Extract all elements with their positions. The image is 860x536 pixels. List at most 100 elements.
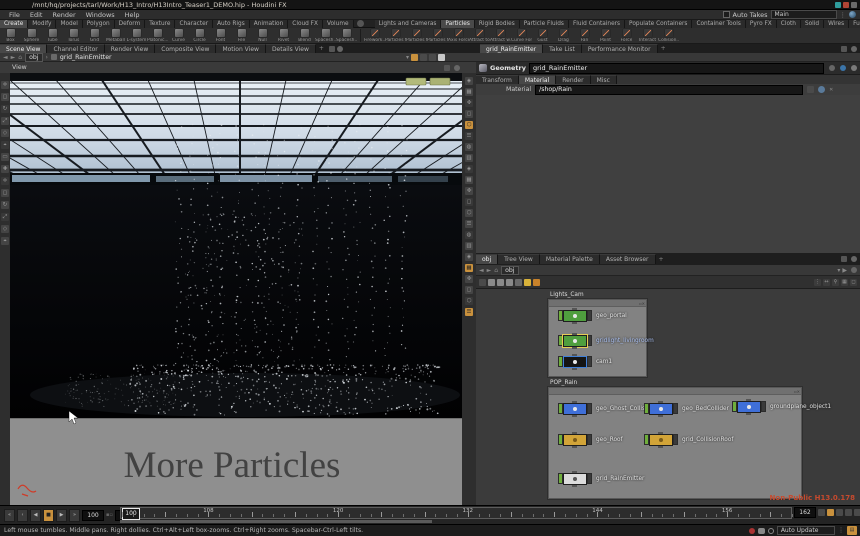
play-button[interactable]: ▶ bbox=[56, 509, 67, 522]
network-toolbar-icon[interactable] bbox=[533, 279, 540, 286]
shelf-tab-solid[interactable]: Solid bbox=[801, 20, 824, 28]
network-canvas[interactable]: Lights_Cam ▫✕ geo_portal gridlight_livin… bbox=[476, 289, 860, 505]
shelf-tool-spacesh-[interactable]: Spacesh... bbox=[336, 29, 357, 43]
pane-split-icon-2[interactable] bbox=[841, 46, 847, 52]
viewport-toolbar-icon[interactable]: ◻ bbox=[1, 93, 9, 101]
search-icon[interactable] bbox=[829, 65, 835, 71]
shelf-tab-create[interactable]: Create bbox=[0, 20, 28, 28]
shelf-tab-cloth[interactable]: Cloth bbox=[777, 20, 801, 28]
error-indicator-icon[interactable] bbox=[749, 528, 755, 534]
viewport-toolbar-icon[interactable]: ▥ bbox=[465, 242, 473, 250]
shelf-gear-icon[interactable] bbox=[357, 20, 364, 27]
viewport-toolbar-icon[interactable]: ☰ bbox=[465, 308, 473, 316]
viewport-toolbar-icon[interactable]: ↻ bbox=[1, 105, 9, 113]
node-geo-roof[interactable]: geo_Roof bbox=[558, 434, 623, 445]
playbar-options-icon-1[interactable] bbox=[818, 509, 825, 516]
net-dropdown-icon[interactable]: ▾ bbox=[837, 267, 840, 274]
shelf-tool-null[interactable]: Null bbox=[252, 29, 273, 43]
viewport-toolbar-icon[interactable]: ◇ bbox=[1, 225, 9, 233]
network-toolbar-icon[interactable]: ⋮ bbox=[814, 279, 821, 286]
viewport-toolbar-icon[interactable]: ◈ bbox=[465, 165, 473, 173]
viewport-flag-button-2[interactable] bbox=[430, 78, 450, 85]
go-end-button[interactable]: » bbox=[69, 509, 80, 522]
shelf-tool-curve[interactable]: Curve bbox=[168, 29, 189, 43]
viewport-toolbar-icon[interactable]: ☰ bbox=[465, 220, 473, 228]
characters-icon[interactable] bbox=[429, 54, 436, 61]
shelf-tool-file[interactable]: File bbox=[231, 29, 252, 43]
viewport-toolbar-icon[interactable]: ◻ bbox=[465, 286, 473, 294]
playbar-options-icon-4[interactable] bbox=[845, 509, 852, 516]
message-icon[interactable] bbox=[758, 528, 765, 534]
shelf-tab-cloud-fx[interactable]: Cloud FX bbox=[288, 20, 323, 28]
update-mode-selector[interactable]: Auto Update bbox=[777, 526, 835, 535]
shelf-tool-firework-[interactable]: Firework... bbox=[364, 29, 385, 43]
shelf-tab-deform[interactable]: Deform bbox=[115, 20, 146, 28]
node-cam1[interactable]: cam1 bbox=[558, 356, 612, 367]
network-tab-obj[interactable]: obj bbox=[476, 254, 498, 264]
network-path-chip[interactable]: obj bbox=[501, 266, 518, 275]
net-play-icon[interactable]: ▶ bbox=[842, 267, 847, 274]
node-geo-portal[interactable]: geo_portal bbox=[558, 310, 627, 321]
viewport-toolbar-icon[interactable]: ▦ bbox=[465, 88, 473, 96]
pane-menu-icon-2[interactable] bbox=[851, 46, 857, 52]
update-mode-menu-icon[interactable]: ⋮ bbox=[838, 527, 844, 534]
globe-icon[interactable] bbox=[849, 11, 856, 18]
pane-tab-take-list[interactable]: Take List bbox=[543, 44, 582, 54]
shelf-tab-modify[interactable]: Modify bbox=[28, 20, 56, 28]
network-toolbar-icon[interactable] bbox=[488, 279, 495, 286]
network-toolbar-icon[interactable] bbox=[479, 279, 486, 286]
shelf-tab-particles[interactable]: Particles bbox=[441, 20, 474, 28]
viewport-toolbar-icon[interactable]: ▦ bbox=[465, 264, 473, 272]
window-minimize-icon[interactable] bbox=[835, 2, 841, 8]
network-toolbar-icon[interactable]: ↔ bbox=[823, 279, 830, 286]
frame-field-a[interactable]: 100 bbox=[82, 510, 104, 521]
viewport-toolbar-icon[interactable]: ☰ bbox=[465, 132, 473, 140]
menu-edit[interactable]: Edit bbox=[25, 11, 48, 19]
viewport-toolbar-icon[interactable]: ◻ bbox=[1, 189, 9, 197]
viewport-scene[interactable]: More Particles bbox=[10, 73, 462, 505]
path-node-name[interactable]: grid_RainEmitter bbox=[60, 54, 112, 61]
menu-file[interactable]: File bbox=[4, 11, 25, 19]
open-floating-icon[interactable] bbox=[818, 86, 825, 93]
network-toolbar-icon[interactable]: ⚲ bbox=[832, 279, 839, 286]
shelf-tab-pyro-fx[interactable]: Pyro FX bbox=[746, 20, 777, 28]
current-frame-marker[interactable]: 100 bbox=[122, 508, 140, 520]
viewport-toolbar-icon[interactable]: ◻ bbox=[465, 110, 473, 118]
playbar-options-icon-3[interactable] bbox=[836, 509, 843, 516]
viewport-flag-button-1[interactable] bbox=[406, 78, 426, 85]
shelf-tool-collision-[interactable]: Collision... bbox=[658, 29, 679, 43]
node-chooser-icon[interactable] bbox=[807, 86, 814, 93]
shelf-tab-model[interactable]: Model bbox=[56, 20, 82, 28]
stop-button[interactable]: ■ bbox=[43, 509, 54, 522]
shelf-tab-rigid-bodies[interactable]: Rigid Bodies bbox=[475, 20, 520, 28]
snapshot-icon[interactable] bbox=[411, 54, 418, 61]
shelf-tool-point[interactable]: Point bbox=[595, 29, 616, 43]
viewport-toolbar-icon[interactable]: ⌖ bbox=[1, 237, 9, 245]
pane-tab-grid-rainemitter[interactable]: grid_RainEmitter bbox=[480, 44, 543, 54]
node-name-field[interactable]: grid_RainEmitter bbox=[529, 63, 824, 74]
network-toolbar-icon[interactable] bbox=[515, 279, 522, 286]
node-grid-rainemitter[interactable]: grid_RainEmitter bbox=[558, 473, 644, 484]
network-toolbar-icon[interactable] bbox=[497, 279, 504, 286]
shelf-tab-container-tools[interactable]: Container Tools bbox=[692, 20, 745, 28]
network-tab-tree-view[interactable]: Tree View bbox=[498, 254, 540, 264]
viewport-toolbar-icon[interactable]: ✜ bbox=[465, 187, 473, 195]
viewport-toolbar-icon[interactable]: ⌖ bbox=[1, 141, 9, 149]
viewport-toolbar-icon[interactable]: ◍ bbox=[465, 231, 473, 239]
viewport-toolbar-icon[interactable]: ✜ bbox=[465, 275, 473, 283]
menu-help[interactable]: Help bbox=[120, 11, 145, 19]
play-reverse-button[interactable]: ◀ bbox=[30, 509, 41, 522]
path-dropdown-icon[interactable]: ▾ bbox=[406, 54, 409, 61]
shelf-tool-grid[interactable]: Grid bbox=[84, 29, 105, 43]
pane-tab-render-view[interactable]: Render View bbox=[105, 44, 156, 54]
shelf-tool-axis-force[interactable]: Axis Force bbox=[448, 29, 469, 43]
viewport-toolbar-icon[interactable]: ✚ bbox=[1, 165, 9, 173]
viewport-toolbar-icon[interactable]: ▭ bbox=[1, 153, 9, 161]
viewport-toolbar-icon[interactable]: ⬡ bbox=[465, 121, 473, 129]
viewport-toolbar-icon[interactable]: ◈ bbox=[465, 77, 473, 85]
back-icon[interactable]: ◄ bbox=[3, 54, 8, 61]
shelf-tab-polygon[interactable]: Polygon bbox=[83, 20, 115, 28]
add-pane-tab-icon[interactable]: + bbox=[316, 45, 327, 52]
viewport-toolbar-icon[interactable]: ↻ bbox=[1, 201, 9, 209]
shelf-tab-fur[interactable]: Fur bbox=[849, 20, 860, 28]
